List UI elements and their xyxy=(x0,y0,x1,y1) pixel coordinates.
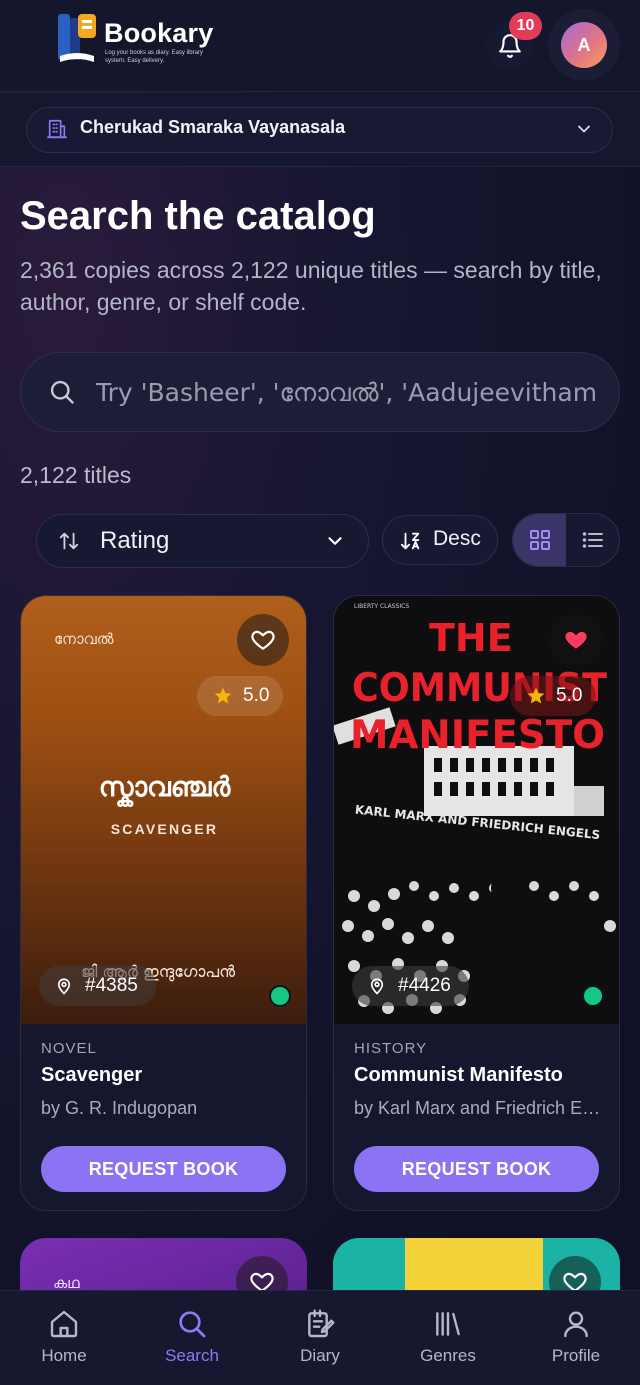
shelf-code: #4385 xyxy=(85,975,138,996)
heart-filled-icon xyxy=(565,631,587,649)
cover-publisher: LIBERTY CLASSICS xyxy=(354,603,409,610)
book-title[interactable]: Communist Manifesto xyxy=(354,1064,563,1087)
cover-title-text: സ്കാവഞ്ചർ xyxy=(98,772,231,803)
nav-home[interactable]: Home xyxy=(0,1290,128,1385)
location-pin-icon xyxy=(57,978,71,995)
request-book-button[interactable]: REQUEST BOOK xyxy=(41,1146,286,1192)
home-icon xyxy=(50,1310,78,1338)
sort-order-label: Desc xyxy=(433,527,481,550)
chevron-down-icon xyxy=(328,537,342,545)
sort-label: Rating xyxy=(100,527,170,554)
availability-dot xyxy=(582,985,604,1007)
book-card[interactable]: THE COMMUNIST MANIFESTO KARL MARX AND FR… xyxy=(333,595,620,1211)
sort-arrows-icon xyxy=(59,532,79,550)
cover-subtitle-text: SCAVENGER xyxy=(110,821,219,837)
grid-icon xyxy=(529,530,550,550)
search-input[interactable] xyxy=(96,366,596,418)
nav-label: Genres xyxy=(420,1346,476,1365)
location-pin-icon xyxy=(370,978,384,995)
book-genre: HISTORY xyxy=(354,1040,428,1057)
list-icon xyxy=(582,532,603,548)
rating-value: 5.0 xyxy=(243,685,270,706)
page-subtitle: 2,361 copies across 2,122 unique titles … xyxy=(20,257,602,315)
brand-tagline: Log your books as diary. Easy library sy… xyxy=(105,50,203,64)
favorite-button[interactable] xyxy=(550,614,602,666)
nav-label: Search xyxy=(165,1346,219,1365)
book-card[interactable]: നോവൽ സ്കാവഞ്ചർ SCAVENGER ജി ആർ ഇന്ദുഗോപൻ… xyxy=(20,595,307,1211)
library-name: Cherukad Smaraka Vayanasala xyxy=(80,117,346,137)
sort-select[interactable] xyxy=(36,514,369,568)
brand-name: Bookary xyxy=(104,18,214,48)
book-title[interactable]: Scavenger xyxy=(41,1064,142,1087)
nav-profile[interactable]: Profile xyxy=(512,1290,640,1385)
list-view-button[interactable] xyxy=(566,514,619,566)
nav-diary[interactable]: Diary xyxy=(256,1290,384,1385)
book-cover[interactable]: നോവൽ സ്കാവഞ്ചർ SCAVENGER ജി ആർ ഇന്ദുഗോപൻ… xyxy=(21,596,306,1024)
heart-outline-icon xyxy=(251,630,275,650)
profile-icon xyxy=(564,1311,588,1338)
request-book-button[interactable]: REQUEST BOOK xyxy=(354,1146,599,1192)
availability-dot xyxy=(269,985,291,1007)
book-genre: NOVEL xyxy=(41,1040,97,1057)
cover-title-line-3: MANIFESTO xyxy=(350,713,605,758)
nav-search[interactable]: Search xyxy=(128,1290,256,1385)
star-icon xyxy=(214,687,232,704)
notification-badge: 10 xyxy=(509,12,542,40)
nav-genres[interactable]: Genres xyxy=(384,1290,512,1385)
shelf-code-pill: #4426 xyxy=(352,966,469,1006)
star-icon xyxy=(527,687,545,704)
nav-label: Home xyxy=(41,1346,87,1365)
search-icon xyxy=(50,380,74,404)
rating-value: 5.0 xyxy=(556,685,583,706)
cover-genre-text: നോവൽ xyxy=(54,630,114,648)
book-cover[interactable]: THE COMMUNIST MANIFESTO KARL MARX AND FR… xyxy=(334,596,619,1024)
book-info: HISTORY Communist Manifesto by Karl Marx… xyxy=(334,1024,619,1210)
page-title: Search the catalog xyxy=(20,194,376,238)
cover-title-line-1: THE xyxy=(429,616,513,660)
book-info: NOVEL Scavenger by G. R. Indugopan REQUE… xyxy=(21,1024,306,1210)
grid-view-button[interactable] xyxy=(513,514,566,566)
avatar[interactable]: A xyxy=(561,22,607,68)
shelf-code: #4426 xyxy=(398,975,451,996)
sort-desc-icon xyxy=(400,532,420,550)
results-count: 2,122 titles xyxy=(20,462,132,488)
search-icon xyxy=(179,1311,206,1338)
building-icon xyxy=(47,119,67,139)
bookary-logo-icon[interactable] xyxy=(56,12,98,66)
shelf-code-pill: #4385 xyxy=(39,966,156,1006)
rating-pill: 5.0 xyxy=(510,676,597,716)
favorite-button[interactable] xyxy=(237,614,289,666)
chevron-down-icon xyxy=(578,125,590,133)
genres-icon xyxy=(436,1312,460,1336)
book-author: by Karl Marx and Friedrich Engels xyxy=(354,1098,604,1118)
nav-label: Profile xyxy=(551,1346,601,1365)
book-author: by G. R. Indugopan xyxy=(41,1098,198,1118)
rating-pill: 5.0 xyxy=(197,676,284,716)
diary-icon xyxy=(308,1309,335,1338)
nav-label: Diary xyxy=(300,1346,340,1365)
